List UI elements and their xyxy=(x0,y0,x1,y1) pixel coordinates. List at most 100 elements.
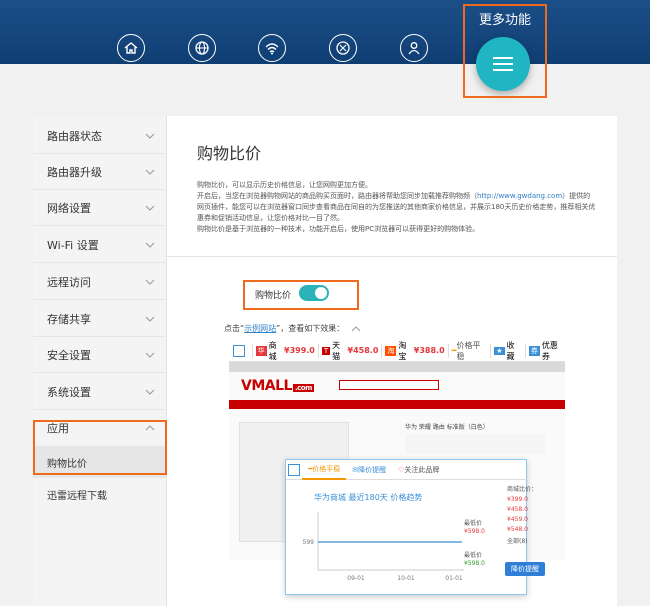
favorite-icon: ★ xyxy=(494,346,505,355)
highlight-applications xyxy=(33,420,167,475)
x-tick-label: 09-01 xyxy=(347,575,365,582)
desc-line-2-prefix: 开启后，当您在浏览器购物网站的商品购买页面时，路由器将帮助您同步加载推荐购物频（ xyxy=(197,192,477,200)
chevron-down-icon xyxy=(145,352,155,358)
compare-price[interactable]: ¥458.0 xyxy=(507,506,557,513)
sidebar-item-label: 网络设置 xyxy=(47,201,91,215)
globe-icon xyxy=(195,41,209,55)
store-3-price: ¥388.0 xyxy=(413,346,445,355)
vmall-topbar xyxy=(229,362,565,372)
compare-all-link[interactable]: 全部(8) xyxy=(507,536,557,545)
example-site-link[interactable]: 示例网站 xyxy=(244,324,276,333)
chevron-down-icon xyxy=(145,389,155,395)
compare-price-list: 商城比价： ¥399.0 ¥458.0 ¥459.0 ¥548.0 全部(8) xyxy=(507,484,557,545)
chevron-up-icon[interactable] xyxy=(351,325,361,333)
chevron-down-icon xyxy=(145,316,155,322)
highlight-more-features xyxy=(463,4,547,98)
sidebar-item-label: Wi-Fi 设置 xyxy=(47,238,99,252)
account-nav-button[interactable] xyxy=(400,34,428,62)
sidebar-subitem-label: 迅雷远程下载 xyxy=(47,490,107,502)
compare-price[interactable]: ¥459.0 xyxy=(507,516,557,523)
router-settings-page: 更多功能 路由器状态 路由器升级 网络设置 Wi-Fi 设置 远程访问 存储共享 xyxy=(0,0,650,606)
desc-line-3: 购物比价是基于浏览器的一种技术，功能开启后，使用PC浏览器可以获得更好的购物体验… xyxy=(197,225,480,233)
wifi-nav-button[interactable] xyxy=(258,34,286,62)
x-tick-label: 10-01 xyxy=(397,575,415,582)
sidebar-item-network-settings[interactable]: 网络设置 xyxy=(33,190,167,226)
price-trend-chart: 599 09-01 10-01 01-01 xyxy=(303,512,464,582)
sidebar: 路由器状态 路由器升级 网络设置 Wi-Fi 设置 远程访问 存储共享 安全设置 xyxy=(33,116,167,606)
lowest-price-label: 最低价 xyxy=(464,552,483,559)
feature-description: 购物比价，可以显示历史价格信息，让您网购更加方便。 开启后，当您在浏览器购物网站… xyxy=(197,180,597,235)
store-3-name: 淘宝 xyxy=(398,340,407,361)
store-2-name: 天猫 xyxy=(332,340,341,361)
compare-price[interactable]: ¥548.0 xyxy=(507,526,557,533)
taobao-tag-icon: 淘 xyxy=(385,345,397,356)
highlight-toggle xyxy=(243,280,359,310)
sidebar-item-label: 路由器升级 xyxy=(47,165,102,179)
toolbar-separator xyxy=(524,343,526,358)
chevron-down-icon xyxy=(145,169,155,175)
page-title: 购物比价 xyxy=(197,144,262,163)
top-nav-bar: 更多功能 xyxy=(0,0,650,64)
compare-title: 商城比价： xyxy=(507,486,538,493)
vmall-search-box xyxy=(339,380,439,390)
highest-price-value: ¥598.0 xyxy=(464,528,485,535)
sidebar-subitem-thunder-download[interactable]: 迅雷远程下载 xyxy=(33,478,167,510)
chart-title: 华为商城 最近180天 价格趋势 xyxy=(314,493,423,502)
gwdang-logo-icon xyxy=(233,344,245,357)
toolbar-separator xyxy=(317,343,319,358)
tab-label: 价格平稳 xyxy=(312,464,341,473)
coupon-label: 优惠券 xyxy=(541,340,558,361)
hint-suffix: ”，查看如下效果： xyxy=(276,324,345,333)
sidebar-item-label: 存储共享 xyxy=(47,312,91,326)
gwdang-link[interactable]: http://www.gwdang.com xyxy=(477,192,562,200)
tmall-tag-icon: T xyxy=(321,346,331,355)
hint-prefix: 点击“ xyxy=(224,324,245,333)
desc-line-2: 开启后，当您在浏览器购物网站的商品购买页面时，路由器将帮助您同步加载推荐购物频（… xyxy=(197,191,597,224)
chevron-down-icon xyxy=(145,133,155,139)
chevron-down-icon xyxy=(145,242,155,248)
sidebar-item-router-status[interactable]: 路由器状态 xyxy=(33,118,167,154)
vmall-nav-bar xyxy=(229,400,565,409)
toolbar-separator xyxy=(251,343,253,358)
sidebar-item-security-settings[interactable]: 安全设置 xyxy=(33,337,167,373)
favorite-label: 收藏 xyxy=(506,340,515,361)
compare-price[interactable]: ¥399.0 xyxy=(507,496,557,503)
sidebar-item-label: 安全设置 xyxy=(47,348,91,362)
tab-follow-brand[interactable]: ♡ 关注此品牌 xyxy=(392,460,445,480)
sidebar-item-system-settings[interactable]: 系统设置 xyxy=(33,374,167,410)
sidebar-item-label: 系统设置 xyxy=(47,385,91,399)
sidebar-item-remote-access[interactable]: 远程访问 xyxy=(33,264,167,300)
tab-label: 关注此品牌 xyxy=(404,465,440,474)
internet-nav-button[interactable] xyxy=(188,34,216,62)
sidebar-item-storage-sharing[interactable]: 存储共享 xyxy=(33,301,167,337)
price-alert-button[interactable]: 降价提醒 xyxy=(505,562,545,576)
example-site-hint: 点击“示例网站”，查看如下效果： xyxy=(224,323,361,334)
price-trend-popup: ━ 价格平稳 ✉ 降价提醒 ♡ 关注此品牌 华为商城 最近180天 价格趋势 599 … xyxy=(285,459,528,595)
section-divider xyxy=(167,256,617,257)
globe-settings-icon xyxy=(336,41,350,55)
vmall-logo-sub: .com xyxy=(292,384,314,392)
x-tick-label: 01-01 xyxy=(445,575,463,582)
home-icon xyxy=(124,42,138,54)
store-2-price: ¥458.0 xyxy=(347,346,379,355)
tab-price-trend[interactable]: ━ 价格平稳 xyxy=(302,460,347,480)
price-compare-toolbar: 华商城 ¥399.0 T 天猫 ¥458.0 淘淘宝 ¥388.0 ━ 价格平稳 ★ 收藏 … xyxy=(229,340,565,362)
vmall-logo: VMALL .com xyxy=(241,378,314,394)
network-settings-nav-button[interactable] xyxy=(329,34,357,62)
gwdang-logo-icon xyxy=(288,463,300,476)
toolbar-separator xyxy=(447,343,449,358)
wifi-icon xyxy=(265,43,279,55)
tab-label: 降价提醒 xyxy=(358,465,387,474)
home-nav-button[interactable] xyxy=(117,34,145,62)
chevron-down-icon xyxy=(145,205,155,211)
trend-label: 价格平稳 xyxy=(456,340,481,361)
vmall-logo-text: VMALL xyxy=(241,378,292,394)
highest-price-label: 最低价 xyxy=(464,520,483,527)
store-1-price: ¥399.0 xyxy=(284,346,315,355)
store-tag-icon: 华 xyxy=(255,345,267,356)
sidebar-item-wifi-settings[interactable]: Wi-Fi 设置 xyxy=(33,227,167,263)
user-icon xyxy=(408,42,420,55)
tab-price-alert[interactable]: ✉ 降价提醒 xyxy=(346,460,392,480)
sidebar-item-router-upgrade[interactable]: 路由器升级 xyxy=(33,154,167,190)
lowest-price-value: ¥598.0 xyxy=(464,560,485,567)
